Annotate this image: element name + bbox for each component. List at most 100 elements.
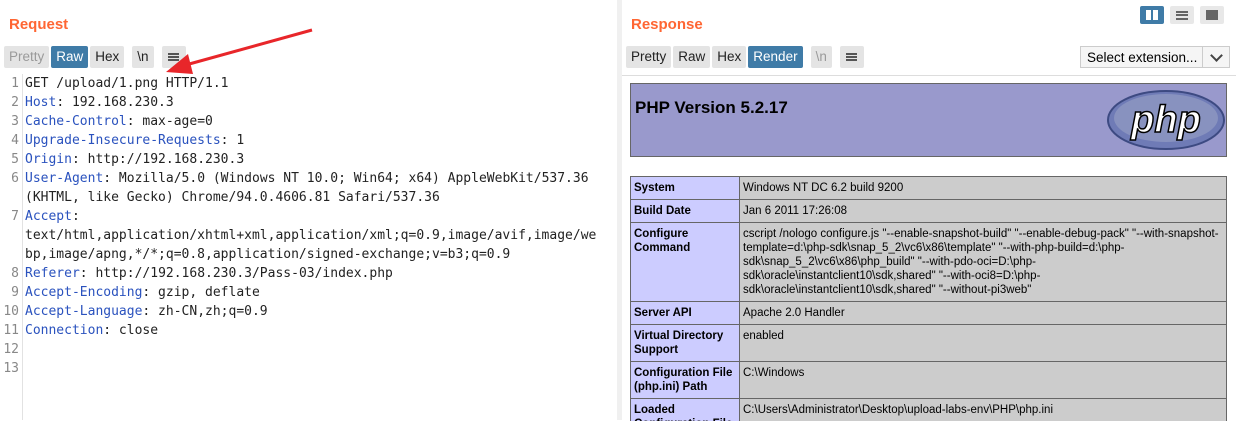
header-name: Accept-Language — [25, 304, 142, 319]
annotation-arrow — [160, 28, 320, 78]
line-number: 4 — [0, 131, 19, 150]
header-name: Origin — [25, 152, 72, 167]
line-number: 10 — [0, 302, 19, 321]
header-value: : gzip, deflate — [142, 285, 259, 300]
response-toolbar: Pretty Raw Hex Render \n — [626, 46, 864, 68]
pretty-tab[interactable]: Pretty — [626, 46, 671, 68]
header-value: : — [72, 209, 80, 224]
info-row: Build DateJan 6 2011 17:26:08 — [631, 200, 1227, 223]
line-text: Accept-Language: zh-CN,zh;q=0.9 — [25, 302, 268, 321]
info-value: C:\Users\Administrator\Desktop\upload-la… — [740, 399, 1227, 421]
php-logo: php — [1106, 88, 1226, 152]
line-number: 11 — [0, 321, 19, 340]
info-value: cscript /nologo configure.js "--enable-s… — [740, 223, 1227, 302]
line-text: bp,image/apng,*/*;q=0.8,application/sign… — [25, 245, 510, 264]
header-name: Accept-Encoding — [25, 285, 142, 300]
info-label: Configure Command — [631, 223, 740, 302]
menu-button[interactable] — [840, 46, 864, 68]
line-text: Accept-Encoding: gzip, deflate — [25, 283, 260, 302]
header-value: GET /upload/1.png HTTP/1.1 — [25, 76, 229, 91]
newline-toggle[interactable]: \n — [811, 46, 832, 68]
layout-single-button[interactable] — [1200, 6, 1224, 24]
line-text: Cache-Control: max-age=0 — [25, 112, 213, 131]
line-number: 5 — [0, 150, 19, 169]
select-extension-label: Select extension... — [1081, 50, 1202, 65]
single-pane-icon — [1206, 10, 1218, 20]
info-value: C:\Windows — [740, 362, 1227, 399]
rows-icon — [1176, 11, 1188, 20]
header-value: bp,image/apng,*/*;q=0.8,application/sign… — [25, 247, 510, 262]
hex-tab[interactable]: Hex — [90, 46, 124, 68]
info-value: Jan 6 2011 17:26:08 — [740, 200, 1227, 223]
header-name: Accept — [25, 209, 72, 224]
header-name: Referer — [25, 266, 80, 281]
render-tab[interactable]: Render — [748, 46, 802, 68]
hamburger-icon — [846, 53, 857, 61]
header-value: : 1 — [221, 133, 244, 148]
render-view: PHP Version 5.2.17 php SystemWindows NT … — [622, 75, 1236, 421]
line-number: 13 — [0, 359, 19, 378]
header-name: Host — [25, 95, 56, 110]
header-name: User-Agent — [25, 171, 103, 186]
layout-split-button[interactable] — [1140, 6, 1164, 24]
header-value: : max-age=0 — [127, 114, 213, 129]
select-extension-dropdown[interactable]: Select extension... — [1080, 46, 1230, 68]
header-name: Upgrade-Insecure-Requests — [25, 133, 221, 148]
header-value: : zh-CN,zh;q=0.9 — [142, 304, 267, 319]
info-label: System — [631, 177, 740, 200]
info-row: Virtual Directory Supportenabled — [631, 325, 1227, 362]
raw-tab[interactable]: Raw — [51, 46, 88, 68]
line-text: Referer: http://192.168.230.3/Pass-03/in… — [25, 264, 393, 283]
info-row: Configure Commandcscript /nologo configu… — [631, 223, 1227, 302]
php-version-title: PHP Version 5.2.17 — [635, 98, 788, 118]
line-number: 2 — [0, 93, 19, 112]
info-value: Apache 2.0 Handler — [740, 302, 1227, 325]
php-info-table: SystemWindows NT DC 6.2 build 9200Build … — [630, 176, 1227, 421]
pretty-tab[interactable]: Pretty — [4, 46, 49, 68]
info-row: Configuration File (php.ini) PathC:\Wind… — [631, 362, 1227, 399]
line-text: text/html,application/xhtml+xml,applicat… — [25, 226, 596, 245]
columns-icon — [1146, 10, 1158, 20]
line-text: Upgrade-Insecure-Requests: 1 — [25, 131, 244, 150]
line-number: 1 — [0, 74, 19, 93]
response-pane: Response Pretty Raw Hex Render \n Select… — [622, 0, 1236, 420]
line-number: 8 — [0, 264, 19, 283]
line-text: Accept: — [25, 207, 80, 226]
line-number: 7 — [0, 207, 19, 226]
header-value: : close — [103, 323, 158, 338]
request-title: Request — [9, 16, 68, 33]
svg-text:php: php — [1130, 99, 1201, 141]
header-value: : Mozilla/5.0 (Windows NT 10.0; Win64; x… — [103, 171, 588, 186]
header-value: : 192.168.230.3 — [56, 95, 173, 110]
header-name: Connection — [25, 323, 103, 338]
php-header: PHP Version 5.2.17 php — [630, 83, 1227, 157]
header-value: (KHTML, like Gecko) Chrome/94.0.4606.81 … — [25, 190, 440, 205]
info-row: SystemWindows NT DC 6.2 build 9200 — [631, 177, 1227, 200]
info-label: Build Date — [631, 200, 740, 223]
header-value: text/html,application/xhtml+xml,applicat… — [25, 228, 596, 243]
line-text: Origin: http://192.168.230.3 — [25, 150, 244, 169]
info-label: Configuration File (php.ini) Path — [631, 362, 740, 399]
line-number: 6 — [0, 169, 19, 188]
line-number: 12 — [0, 340, 19, 359]
header-name: Cache-Control — [25, 114, 127, 129]
info-row: Server APIApache 2.0 Handler — [631, 302, 1227, 325]
raw-tab[interactable]: Raw — [673, 46, 710, 68]
info-label: Virtual Directory Support — [631, 325, 740, 362]
header-value: : http://192.168.230.3/Pass-03/index.php — [80, 266, 393, 281]
info-label: Loaded Configuration File — [631, 399, 740, 421]
header-value: : http://192.168.230.3 — [72, 152, 244, 167]
info-value: enabled — [740, 325, 1227, 362]
layout-rows-button[interactable] — [1170, 6, 1194, 24]
newline-toggle[interactable]: \n — [132, 46, 153, 68]
info-label: Server API — [631, 302, 740, 325]
layout-toggle — [1140, 6, 1224, 24]
line-text: Host: 192.168.230.3 — [25, 93, 174, 112]
info-value: Windows NT DC 6.2 build 9200 — [740, 177, 1227, 200]
line-text: User-Agent: Mozilla/5.0 (Windows NT 10.0… — [25, 169, 589, 188]
line-number: 9 — [0, 283, 19, 302]
hex-tab[interactable]: Hex — [712, 46, 746, 68]
request-editor[interactable]: 1 GET /upload/1.png HTTP/1.1 2 Host: 192.16… — [0, 74, 617, 420]
response-title: Response — [631, 16, 703, 33]
line-text: Connection: close — [25, 321, 158, 340]
